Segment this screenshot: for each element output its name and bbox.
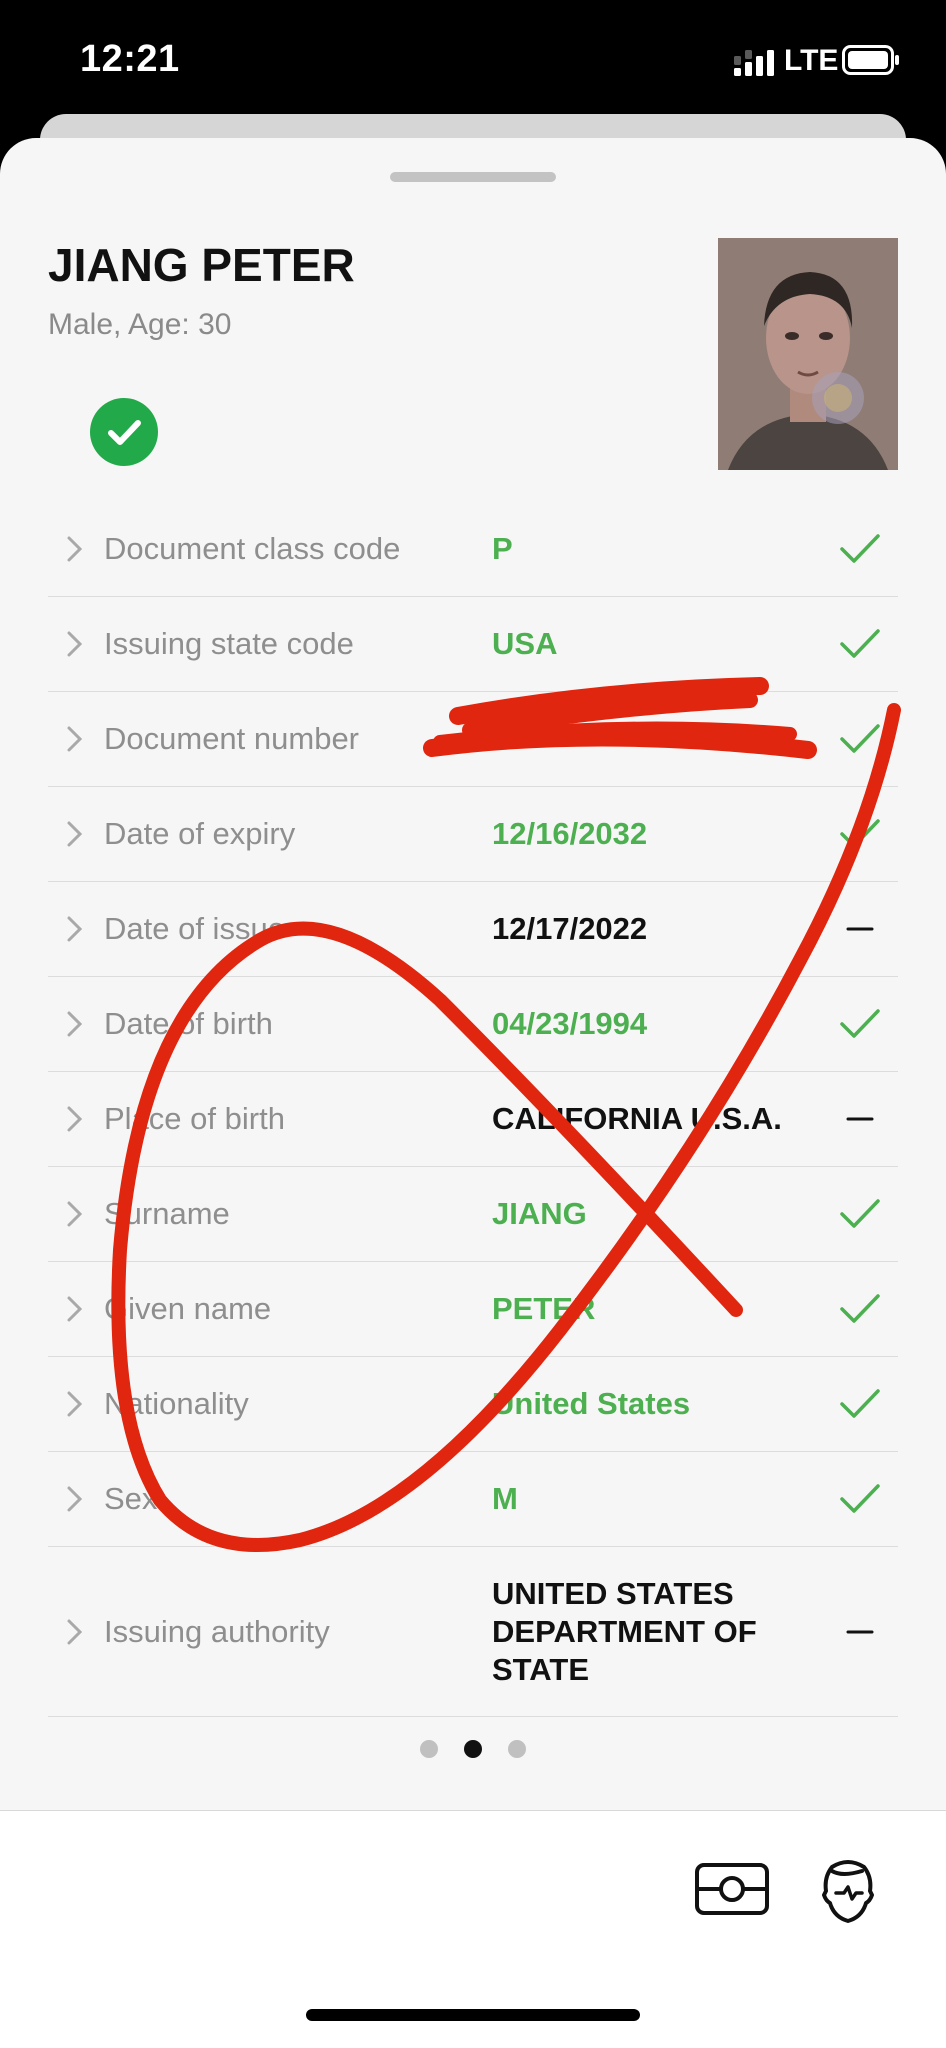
- page-indicator[interactable]: [0, 1740, 946, 1764]
- chevron-right-icon: [67, 536, 83, 562]
- dash-icon: [846, 1117, 874, 1121]
- field-row-date-of-expiry[interactable]: Date of expiry 12/16/2032: [48, 787, 898, 882]
- document-sheet: JIANG PETER Male, Age: 30 Document class…: [0, 138, 946, 2048]
- home-indicator[interactable]: [306, 2009, 640, 2021]
- check-icon: [840, 1389, 880, 1418]
- chevron-right-icon: [67, 821, 83, 847]
- check-icon: [840, 1009, 880, 1038]
- chevron-right-icon: [67, 726, 83, 752]
- page-dot[interactable]: [420, 1740, 438, 1758]
- check-icon: [840, 724, 880, 753]
- field-label: Nationality: [104, 1386, 249, 1421]
- check-icon: [840, 1484, 880, 1513]
- field-row-given-name[interactable]: Given name PETER: [48, 1262, 898, 1357]
- chevron-right-icon: [67, 1619, 83, 1644]
- id-card-icon[interactable]: [694, 1859, 770, 1919]
- field-value: JIANG: [492, 1196, 587, 1231]
- field-value: USA: [492, 626, 558, 661]
- field-label: Document number: [104, 721, 360, 756]
- field-label: Date of birth: [104, 1006, 273, 1041]
- chevron-right-icon: [67, 1296, 83, 1322]
- field-row-issuing-authority[interactable]: Issuing authority UNITED STATES DEPARTME…: [48, 1547, 898, 1717]
- field-row-issuing-state-code[interactable]: Issuing state code USA: [48, 597, 898, 692]
- field-value: 12/16/2032: [492, 816, 648, 851]
- check-icon: [840, 819, 880, 848]
- chevron-right-icon: [67, 916, 83, 942]
- chevron-right-icon: [67, 1106, 83, 1132]
- field-label: Date of issue: [104, 911, 285, 946]
- portrait-photo: [718, 238, 898, 470]
- face-scan-icon[interactable]: [818, 1855, 878, 1925]
- field-value: PETER: [492, 1291, 596, 1326]
- field-value: United States: [492, 1386, 691, 1421]
- network-type: LTE: [784, 44, 839, 77]
- check-icon: [840, 629, 880, 658]
- field-label: Sex: [104, 1481, 158, 1516]
- field-value: 04/23/1994: [492, 1006, 648, 1041]
- field-label: Document class code: [104, 531, 401, 566]
- field-row-sex[interactable]: Sex M: [48, 1452, 898, 1547]
- field-value: CALIFORNIA U.S.A.: [492, 1101, 782, 1136]
- field-value: P: [492, 531, 513, 566]
- check-icon: [840, 1294, 880, 1323]
- status-bar: 12:21 LTE: [0, 0, 946, 120]
- field-row-nationality[interactable]: Nationality United States: [48, 1357, 898, 1452]
- field-row-surname[interactable]: Surname JIANG: [48, 1167, 898, 1262]
- field-label: Issuing authority: [104, 1613, 330, 1649]
- portrait-illustration: [718, 238, 898, 470]
- field-row-date-of-birth[interactable]: Date of birth 04/23/1994: [48, 977, 898, 1072]
- field-label: Issuing state code: [104, 626, 354, 661]
- field-value: M: [492, 1481, 518, 1516]
- verified-check-icon: [90, 398, 158, 466]
- field-value: UNITED STATES DEPARTMENT OF STATE: [492, 1575, 757, 1687]
- document-fields-list: Document class code P Issuing state code…: [48, 502, 898, 1717]
- person-subtitle: Male, Age: 30: [48, 308, 232, 341]
- field-row-date-of-issue[interactable]: Date of issue 12/17/2022: [48, 882, 898, 977]
- field-row-place-of-birth[interactable]: Place of birth CALIFORNIA U.S.A.: [48, 1072, 898, 1167]
- chevron-right-icon: [67, 1391, 83, 1417]
- field-label: Date of expiry: [104, 816, 296, 851]
- bottom-toolbar: [0, 1810, 946, 2048]
- chevron-right-icon: [67, 631, 83, 657]
- field-row-document-class-code[interactable]: Document class code P: [48, 502, 898, 597]
- check-icon: [840, 534, 880, 563]
- page-dot-active[interactable]: [464, 1740, 482, 1758]
- sheet-grabber[interactable]: [390, 172, 556, 182]
- page-dot[interactable]: [508, 1740, 526, 1758]
- dash-icon: [846, 1630, 874, 1633]
- status-time: 12:21: [80, 38, 180, 80]
- check-icon: [840, 1199, 880, 1228]
- chevron-right-icon: [67, 1201, 83, 1227]
- field-label: Surname: [104, 1196, 230, 1231]
- person-name: JIANG PETER: [48, 239, 355, 291]
- field-value: 12/17/2022: [492, 911, 648, 946]
- field-label: Given name: [104, 1291, 272, 1326]
- field-row-document-number[interactable]: Document number: [48, 692, 898, 787]
- signal-bars-icon: [734, 50, 774, 76]
- field-label: Place of birth: [104, 1101, 285, 1136]
- dash-icon: [846, 927, 874, 931]
- battery-icon: [842, 45, 899, 75]
- chevron-right-icon: [67, 1011, 83, 1037]
- chevron-right-icon: [67, 1486, 83, 1512]
